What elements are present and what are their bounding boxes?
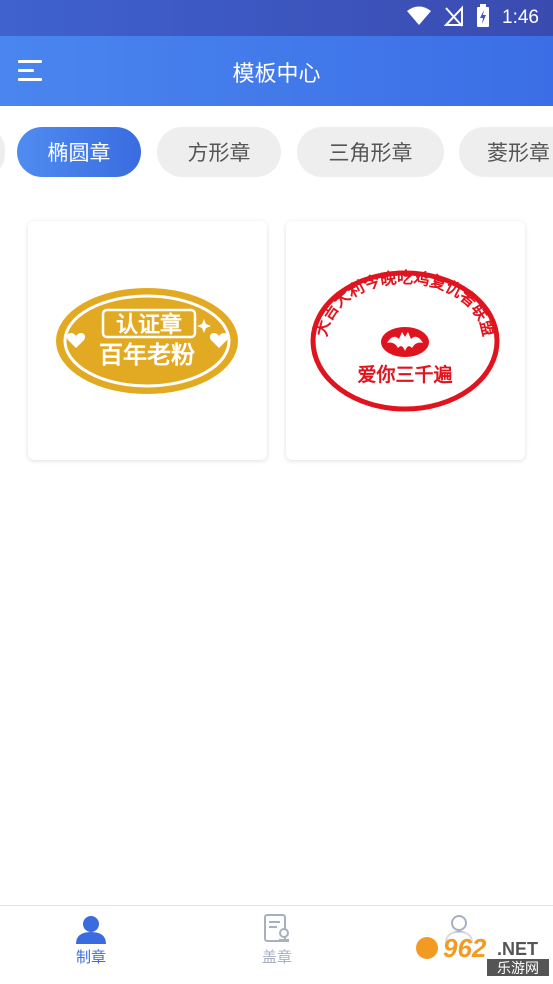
tab-partial-left[interactable]: [0, 127, 5, 177]
gold-seal-line2: 百年老粉: [99, 341, 195, 369]
watermark-suffix: .NET: [497, 939, 538, 959]
watermark-text: 乐游网: [497, 961, 539, 977]
app-header: 模板中心: [0, 36, 553, 106]
battery-charging-icon: [476, 4, 490, 32]
nav-apply-seal[interactable]: 盖章: [232, 914, 322, 967]
watermark-logo-icon: [416, 937, 438, 959]
no-signal-icon: [443, 5, 464, 31]
tab-diamond[interactable]: 菱形章: [459, 127, 553, 177]
nav-label-make-seal: 制章: [75, 948, 106, 966]
person-icon: [76, 916, 106, 944]
template-card-red-seal[interactable]: 大吉大利今晚吃鸡复仇者联盟 爱你三千遍: [286, 221, 525, 460]
bat-emblem-icon: [381, 327, 429, 357]
page-title: 模板中心: [232, 62, 321, 87]
nav-label-apply-seal: 盖章: [261, 948, 292, 966]
tab-oval[interactable]: 椭圆章: [17, 127, 141, 177]
watermark-number: 962: [443, 933, 487, 963]
gold-seal-image: 认证章 百年老粉: [56, 288, 238, 394]
wifi-icon: [406, 5, 432, 31]
template-card-gold-seal[interactable]: 认证章 百年老粉: [28, 221, 267, 460]
status-bar: 1:46: [0, 0, 553, 36]
red-seal-image: 大吉大利今晚吃鸡复仇者联盟 爱你三千遍: [310, 268, 500, 412]
tab-square[interactable]: 方形章: [157, 127, 281, 177]
red-seal-center-text: 爱你三千遍: [357, 363, 453, 386]
category-tabs: 椭圆章 方形章 三角形章 菱形章: [0, 127, 553, 177]
site-watermark: 962 .NET 乐游网: [413, 930, 550, 978]
gold-seal-line1: 认证章: [116, 312, 182, 338]
nav-make-seal[interactable]: 制章: [46, 914, 136, 967]
tab-triangle[interactable]: 三角形章: [297, 127, 444, 177]
stamp-document-icon: [264, 914, 289, 942]
status-time: 1:46: [502, 7, 539, 28]
